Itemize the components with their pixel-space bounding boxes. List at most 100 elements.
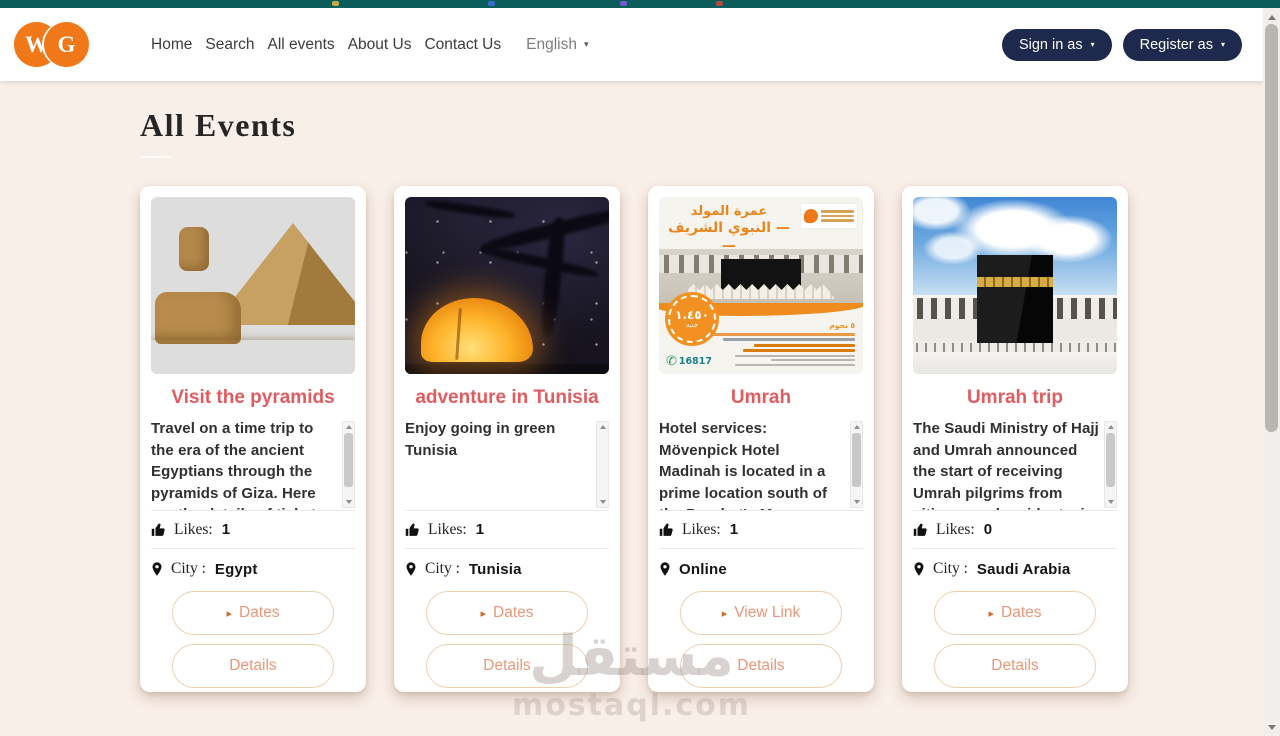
event-card-umrah: عمرة المولد — النبوي الشريف — برنامج الع… [648,186,874,692]
city-label: City : [933,560,968,577]
scroll-up-icon[interactable] [343,422,354,432]
scroll-down-icon[interactable] [851,497,862,507]
tab-favicon-speck [488,1,495,6]
play-icon: ▸ [480,607,487,620]
details-button-label: Details [483,657,531,674]
scroll-up-icon[interactable] [1263,10,1280,24]
details-button[interactable]: Details [426,644,588,688]
view-link-button-label: View Link [734,604,801,621]
details-button-label: Details [991,657,1039,674]
dates-button-label: Dates [1001,604,1042,621]
event-description-box[interactable]: Hotel services: Mövenpick Hotel Madinah … [659,418,863,510]
scrollbar-thumb[interactable] [1106,433,1115,487]
phone-icon: ✆ [666,354,677,369]
event-description: Hotel services: Mövenpick Hotel Madinah … [659,420,828,510]
event-title: Visit the pyramids [171,387,335,408]
language-dropdown[interactable]: English ▾ [526,36,588,54]
poster-phone: ✆ 16817 [666,354,712,369]
event-title: Umrah [730,387,792,408]
event-description-box[interactable]: Enjoy going in green Tunisia [405,418,609,510]
logo-circle-g: G [44,22,89,67]
event-card-umrah-trip: Umrah trip The Saudi Ministry of Hajj an… [902,186,1128,692]
poster-agency-logo [800,203,858,229]
page-title: All Events [140,107,297,143]
scrollbar-thumb[interactable] [852,433,861,487]
language-label: English [526,35,577,53]
dates-button[interactable]: ▸ Dates [426,591,588,635]
city-value: Tunisia [468,560,522,578]
dates-button-label: Dates [493,604,534,621]
event-description: Travel on a time trip to the era of the … [151,420,316,510]
view-link-button[interactable]: ▸ View Link [680,591,842,635]
thumbs-up-icon [405,522,420,537]
details-button-label: Details [737,657,785,674]
chevron-down-icon: ▾ [1090,40,1095,49]
register-as-label: Register as [1139,36,1213,53]
tab-favicon-speck [620,1,627,6]
sign-in-as-button[interactable]: Sign in as ▾ [1001,28,1112,61]
umrah-poster-image: عمرة المولد — النبوي الشريف — برنامج الع… [659,197,863,374]
play-icon: ▸ [226,607,233,620]
logo[interactable]: W G [14,22,89,67]
tab-favicon-speck [716,1,723,6]
page-scrollbar[interactable] [1263,8,1280,736]
chevron-down-icon: ▾ [1220,40,1225,49]
details-button[interactable]: Details [934,644,1096,688]
event-description-box[interactable]: Travel on a time trip to the era of the … [151,418,355,510]
likes-row: Likes: 1 [659,511,863,548]
play-icon: ▸ [988,607,995,620]
pyramids-image [151,197,355,374]
city-value: Egypt [214,560,258,578]
details-button[interactable]: Details [680,644,842,688]
event-description-box[interactable]: The Saudi Ministry of Hajj and Umrah ann… [913,418,1117,510]
nav-item-about-us[interactable]: About Us [348,36,412,54]
likes-count: 0 [983,521,993,538]
likes-row: Likes: 1 [151,511,355,548]
description-scrollbar[interactable] [1104,421,1117,508]
nav-item-search[interactable]: Search [205,36,254,54]
description-scrollbar[interactable] [596,421,609,508]
nav-item-home[interactable]: Home [151,36,192,54]
city-row: City : Saudi Arabia [913,549,1117,589]
details-button-label: Details [229,657,277,674]
event-title: Umrah trip [966,387,1064,408]
register-as-button[interactable]: Register as ▾ [1122,28,1242,61]
likes-label: Likes: [428,520,467,538]
dates-button[interactable]: ▸ Dates [934,591,1096,635]
top-teal-strip [0,0,1280,8]
details-button[interactable]: Details [172,644,334,688]
likes-label: Likes: [936,520,975,538]
scrollbar-thumb[interactable] [344,433,353,487]
event-card-tunisia: adventure in Tunisia Enjoy going in gree… [394,186,620,692]
description-scrollbar[interactable] [342,421,355,508]
city-label: City : [171,560,206,577]
scroll-down-icon[interactable] [597,497,608,507]
city-value: Online [679,560,727,578]
poster-fineprint [735,352,855,368]
scroll-up-icon[interactable] [1105,422,1116,432]
scroll-down-icon[interactable] [1263,720,1280,734]
nav-item-all-events[interactable]: All events [267,36,334,54]
description-scrollbar[interactable] [850,421,863,508]
city-label: City : [425,560,460,577]
location-pin-icon [659,561,671,577]
location-pin-icon [913,561,925,577]
event-description: The Saudi Ministry of Hajj and Umrah ann… [913,420,1099,510]
scroll-up-icon[interactable] [597,422,608,432]
scroll-down-icon[interactable] [1105,497,1116,507]
tunisia-image [405,197,609,374]
event-description: Enjoy going in green Tunisia [405,420,556,459]
scroll-down-icon[interactable] [343,497,354,507]
likes-count: 1 [475,521,485,538]
scroll-up-icon[interactable] [851,422,862,432]
likes-row: Likes: 0 [913,511,1117,548]
page-scrollbar-thumb[interactable] [1265,24,1278,432]
event-title: adventure in Tunisia [415,387,599,408]
nav-item-contact-us[interactable]: Contact Us [424,36,501,54]
dates-button[interactable]: ▸ Dates [172,591,334,635]
auth-buttons: Sign in as ▾ Register as ▾ [1001,28,1242,61]
navbar: W G Home Search All events About Us Cont… [0,8,1280,81]
city-row: City : Tunisia [405,549,609,589]
heading-rule [140,156,172,158]
chevron-down-icon: ▾ [583,39,589,49]
